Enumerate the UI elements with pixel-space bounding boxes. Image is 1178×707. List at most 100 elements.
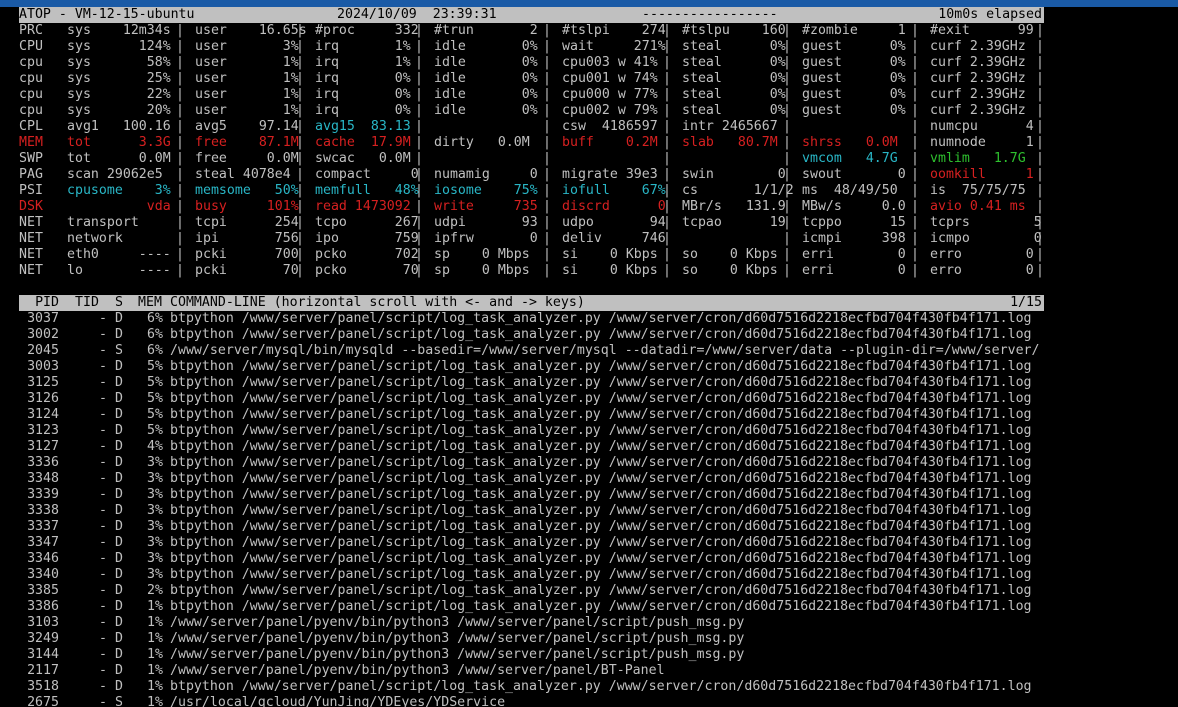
table-row[interactable]: 3336 - D 3% btpython /www/server/panel/scrip… [19, 455, 1044, 471]
proc-state: D [115, 423, 123, 438]
stat-value: steal 0% [682, 55, 786, 70]
column-separator: | [783, 23, 791, 38]
stat-row: NET network ipi 756 ipo 759 ipfrw 0 deliv 746… [19, 231, 1044, 247]
proc-mem: 3% [147, 567, 163, 582]
table-row[interactable]: 3347 - D 3% btpython /www/server/panel/scrip… [19, 535, 1044, 551]
column-separator: | [176, 135, 184, 150]
proc-state: D [115, 375, 123, 390]
table-row[interactable]: 3340 - D 3% btpython /www/server/panel/scrip… [19, 567, 1044, 583]
stat-value: idle 0% [434, 71, 538, 86]
stat-value: cpu002 w 79% [562, 103, 658, 118]
column-separator: | [911, 167, 919, 182]
proc-state: D [115, 519, 123, 534]
proc-state: D [115, 631, 123, 646]
proc-mem: 5% [147, 359, 163, 374]
table-row[interactable]: 3386 - D 1% btpython /www/server/panel/scrip… [19, 599, 1044, 615]
column-separator: | [1036, 247, 1044, 262]
table-row[interactable]: 3124 - D 5% btpython /www/server/panel/scrip… [19, 407, 1044, 423]
proc-pid: 2045 [27, 343, 59, 358]
stat-value: steal 4078e4 [195, 167, 291, 182]
proc-mem: 3% [147, 455, 163, 470]
column-separator: | [663, 215, 671, 230]
stat-value: memfull 48% [315, 183, 419, 198]
stat-value: ms 48/49/50 [802, 183, 898, 198]
column-separator: | [296, 135, 304, 150]
atop-header-bar: ATOP - VM-12-15-ubuntu 2024/10/09 23:39:… [19, 7, 1044, 23]
proc-pid: 2117 [27, 663, 59, 678]
stat-value: curf 2.39GHz [930, 103, 1026, 118]
stat-value: irq 0% [315, 103, 411, 118]
stat-value: tot 0.0M [67, 151, 171, 166]
column-separator: | [1036, 199, 1044, 214]
proc-state: D [115, 615, 123, 630]
proc-command: btpython /www/server/panel/script/log_ta… [170, 359, 1032, 374]
proc-state: D [115, 503, 123, 518]
table-row[interactable]: 3518 - D 1% btpython /www/server/panel/scrip… [19, 679, 1044, 695]
stat-value: pcki 700 [195, 247, 299, 262]
table-row[interactable]: 3337 - D 3% btpython /www/server/panel/scrip… [19, 519, 1044, 535]
column-separator: | [663, 151, 671, 166]
table-row[interactable]: 3338 - D 3% btpython /www/server/panel/scrip… [19, 503, 1044, 519]
stat-value: tcpi 254 [195, 215, 299, 230]
proc-pid: 3125 [27, 375, 59, 390]
column-separator: | [911, 215, 919, 230]
process-list[interactable]: 3037- D 6% btpython /www/server/panel/scrip… [19, 311, 1178, 707]
table-row[interactable]: 3144 - D 1% /www/server/panel/pyenv/bin/pyth… [19, 647, 1044, 663]
proc-state: D [115, 599, 123, 614]
column-separator: | [543, 263, 551, 278]
column-separator: | [296, 23, 304, 38]
stat-value: idle 0% [434, 39, 538, 54]
stat-row: PRC sys 12m34s user 16.65s #proc 332 #trun 2… [19, 23, 1044, 39]
proc-command: btpython /www/server/panel/script/log_ta… [170, 455, 1032, 470]
column-separator: | [663, 71, 671, 86]
proc-mem: 1% [147, 599, 163, 614]
proc-command: btpython /www/server/panel/script/log_ta… [170, 535, 1032, 550]
column-separator: | [543, 55, 551, 70]
column-separator: | [911, 183, 919, 198]
proc-command: /www/server/panel/pyenv/bin/python3 /www… [170, 615, 745, 630]
proc-pid: 3127 [27, 439, 59, 454]
column-separator: | [911, 247, 919, 262]
column-separator: | [176, 87, 184, 102]
table-row[interactable]: 3346 - D 3% btpython /www/server/panel/scrip… [19, 551, 1044, 567]
column-separator: | [176, 23, 184, 38]
stat-value: write 735 [434, 199, 538, 214]
column-separator: | [783, 39, 791, 54]
stat-value: memsome 50% [195, 183, 299, 198]
column-separator: | [415, 23, 423, 38]
proc-pid: 3003 [27, 359, 59, 374]
proc-mem: 3% [147, 535, 163, 550]
proc-tid: - [99, 375, 107, 390]
table-row[interactable]: 2117 - D 1% /www/server/panel/pyenv/bin/pyth… [19, 663, 1044, 679]
column-separator: | [911, 55, 919, 70]
proc-mem: 6% [147, 311, 163, 326]
table-row[interactable]: 3123 - D 5% btpython /www/server/panel/scrip… [19, 423, 1044, 439]
stat-value: dirty 0.0M [434, 135, 530, 150]
table-row[interactable]: 3125 - D 5% btpython /www/server/panel/scrip… [19, 375, 1044, 391]
column-separator: | [415, 55, 423, 70]
proc-command: /www/server/mysql/bin/mysqld --basedir=/… [170, 343, 1040, 358]
table-row[interactable]: 3103 - D 1% /www/server/panel/pyenv/bin/pyth… [19, 615, 1044, 631]
proc-command: btpython /www/server/panel/script/log_ta… [170, 519, 1032, 534]
table-row[interactable]: 2045 - S 6% /www/server/mysql/bin/mysqld --b… [19, 343, 1044, 359]
table-row[interactable]: 3127 - D 4% btpython /www/server/panel/scrip… [19, 439, 1044, 455]
table-row[interactable]: 2675 - S 1% /usr/local/qcloud/YunJing/YDEyes… [19, 695, 1044, 707]
column-separator: | [415, 263, 423, 278]
proc-state: D [115, 487, 123, 502]
column-separator: | [296, 39, 304, 54]
table-row[interactable]: 3003 - D 5% btpython /www/server/panel/scrip… [19, 359, 1044, 375]
table-row[interactable]: 3348 - D 3% btpython /www/server/panel/scrip… [19, 471, 1044, 487]
stat-value: idle 0% [434, 55, 538, 70]
table-row[interactable]: 3249 - D 1% /www/server/panel/pyenv/bin/pyth… [19, 631, 1044, 647]
stat-value: numnode 1 [930, 135, 1034, 150]
column-separator: | [1036, 119, 1044, 134]
proc-state: D [115, 455, 123, 470]
table-row[interactable]: 3002 - D 6% btpython /www/server/panel/scrip… [19, 327, 1044, 343]
table-row[interactable]: 3339 - D 3% btpython /www/server/panel/scrip… [19, 487, 1044, 503]
table-row[interactable]: 3385 - D 2% btpython /www/server/panel/scrip… [19, 583, 1044, 599]
terminal-screen[interactable]: ATOP - VM-12-15-ubuntu 2024/10/09 23:39:… [19, 7, 1178, 707]
table-row[interactable]: 3126 - D 5% btpython /www/server/panel/scrip… [19, 391, 1044, 407]
stat-value: udpo 94 [562, 215, 666, 230]
table-row[interactable]: 3037 - D 6% btpython /www/server/panel/scrip… [19, 311, 1044, 327]
stat-value: tcppo 15 [802, 215, 906, 230]
